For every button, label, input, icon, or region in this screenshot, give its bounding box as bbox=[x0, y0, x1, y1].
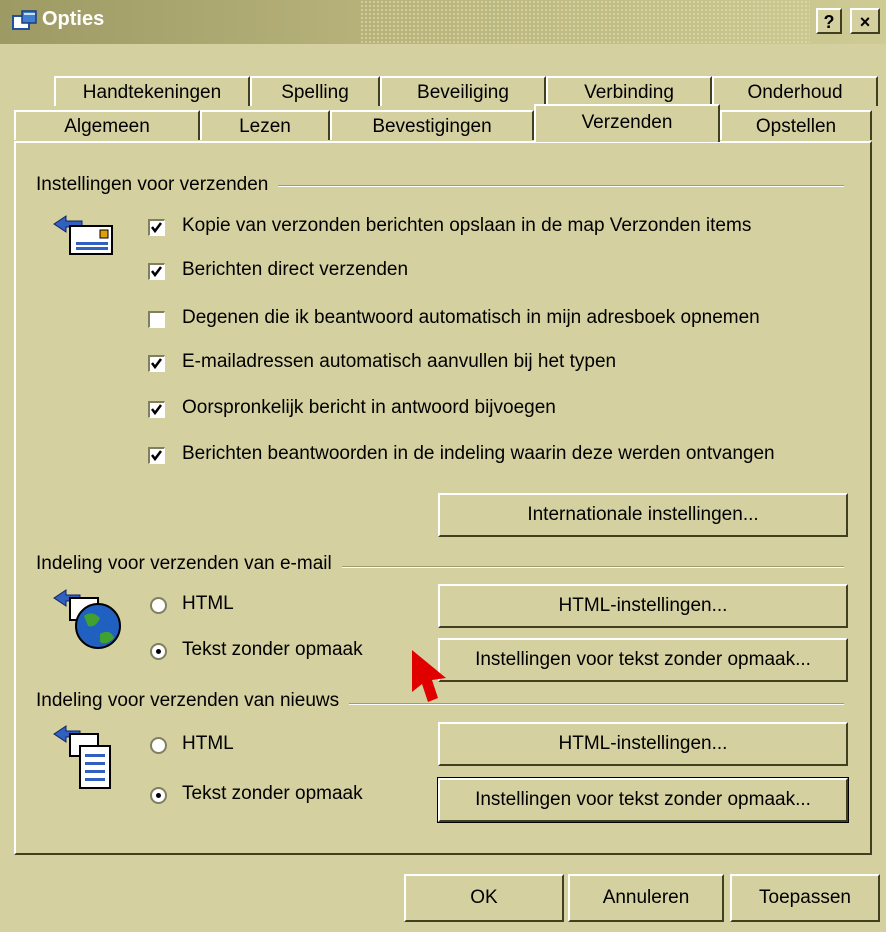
tab-verzenden[interactable]: Verzenden bbox=[534, 104, 720, 142]
checkbox-reply-same-format[interactable] bbox=[148, 447, 165, 464]
international-settings-button[interactable]: Internationale instellingen... bbox=[438, 493, 848, 537]
mail-format-heading: Indeling voor verzenden van e-mail bbox=[36, 553, 342, 575]
tab-lezen[interactable]: Lezen bbox=[200, 110, 330, 140]
option-label-include-original[interactable]: Oorspronkelijk bericht in antwoord bijvo… bbox=[182, 397, 556, 419]
check-icon bbox=[151, 450, 162, 462]
news-radio-html-label[interactable]: HTML bbox=[182, 733, 234, 755]
check-icon bbox=[151, 358, 162, 370]
mail-radio-html[interactable] bbox=[150, 597, 167, 614]
option-label-autocomplete[interactable]: E-mailadressen automatisch aanvullen bij… bbox=[182, 351, 616, 373]
mail-format-globe-icon bbox=[53, 589, 121, 649]
tab-bevestigingen[interactable]: Bevestigingen bbox=[330, 110, 534, 140]
mail-text-settings-button[interactable]: Instellingen voor tekst zonder opmaak... bbox=[438, 638, 848, 682]
option-label-reply-same-format[interactable]: Berichten beantwoorden in de indeling wa… bbox=[182, 443, 775, 465]
mail-html-settings-button[interactable]: HTML-instellingen... bbox=[438, 584, 848, 628]
close-button[interactable]: × bbox=[850, 8, 880, 34]
checkbox-send-immediately[interactable] bbox=[148, 263, 165, 280]
news-document-icon bbox=[53, 725, 111, 789]
title-bar[interactable]: Opties ? × bbox=[0, 0, 886, 44]
checkbox-save-copy[interactable] bbox=[148, 219, 165, 236]
check-icon bbox=[151, 222, 162, 234]
tab-spelling[interactable]: Spelling bbox=[250, 76, 380, 106]
check-icon bbox=[151, 266, 162, 278]
mouse-pointer-icon bbox=[412, 650, 446, 702]
checkbox-include-original[interactable] bbox=[148, 401, 165, 418]
options-dialog: Opties ? × Handtekeningen Spelling Bevei… bbox=[0, 0, 886, 932]
send-mail-icon bbox=[53, 215, 113, 255]
send-settings-heading: Instellingen voor verzenden bbox=[36, 174, 279, 196]
news-radio-html[interactable] bbox=[150, 737, 167, 754]
help-button[interactable]: ? bbox=[816, 8, 842, 34]
tab-opstellen[interactable]: Opstellen bbox=[720, 110, 872, 140]
outlook-express-icon bbox=[12, 10, 37, 30]
checkbox-auto-add-addressbook[interactable] bbox=[148, 311, 165, 328]
apply-button[interactable]: Toepassen bbox=[730, 874, 880, 922]
tab-handtekeningen[interactable]: Handtekeningen bbox=[54, 76, 250, 106]
cancel-button[interactable]: Annuleren bbox=[568, 874, 724, 922]
checkbox-autocomplete[interactable] bbox=[148, 355, 165, 372]
news-radio-text-label[interactable]: Tekst zonder opmaak bbox=[182, 783, 363, 805]
option-label-send-immediately[interactable]: Berichten direct verzenden bbox=[182, 259, 408, 281]
tab-algemeen[interactable]: Algemeen bbox=[14, 110, 200, 140]
mail-radio-html-label[interactable]: HTML bbox=[182, 593, 234, 615]
option-label-save-copy[interactable]: Kopie van verzonden berichten opslaan in… bbox=[182, 215, 751, 237]
news-html-settings-button[interactable]: HTML-instellingen... bbox=[438, 722, 848, 766]
news-format-heading: Indeling voor verzenden van nieuws bbox=[36, 690, 350, 712]
mail-radio-text[interactable] bbox=[150, 643, 167, 660]
news-text-settings-button[interactable]: Instellingen voor tekst zonder opmaak... bbox=[437, 777, 849, 823]
check-icon bbox=[151, 404, 162, 416]
option-label-auto-add-addressbook[interactable]: Degenen die ik beantwoord automatisch in… bbox=[182, 307, 760, 329]
mail-radio-text-label[interactable]: Tekst zonder opmaak bbox=[182, 639, 363, 661]
tab-beveiliging[interactable]: Beveiliging bbox=[380, 76, 546, 106]
ok-button[interactable]: OK bbox=[404, 874, 564, 922]
window-title: Opties bbox=[42, 8, 105, 30]
tab-verbinding[interactable]: Verbinding bbox=[546, 76, 712, 106]
title-bar-pattern bbox=[360, 0, 810, 44]
tab-onderhoud[interactable]: Onderhoud bbox=[712, 76, 878, 106]
news-radio-text[interactable] bbox=[150, 787, 167, 804]
